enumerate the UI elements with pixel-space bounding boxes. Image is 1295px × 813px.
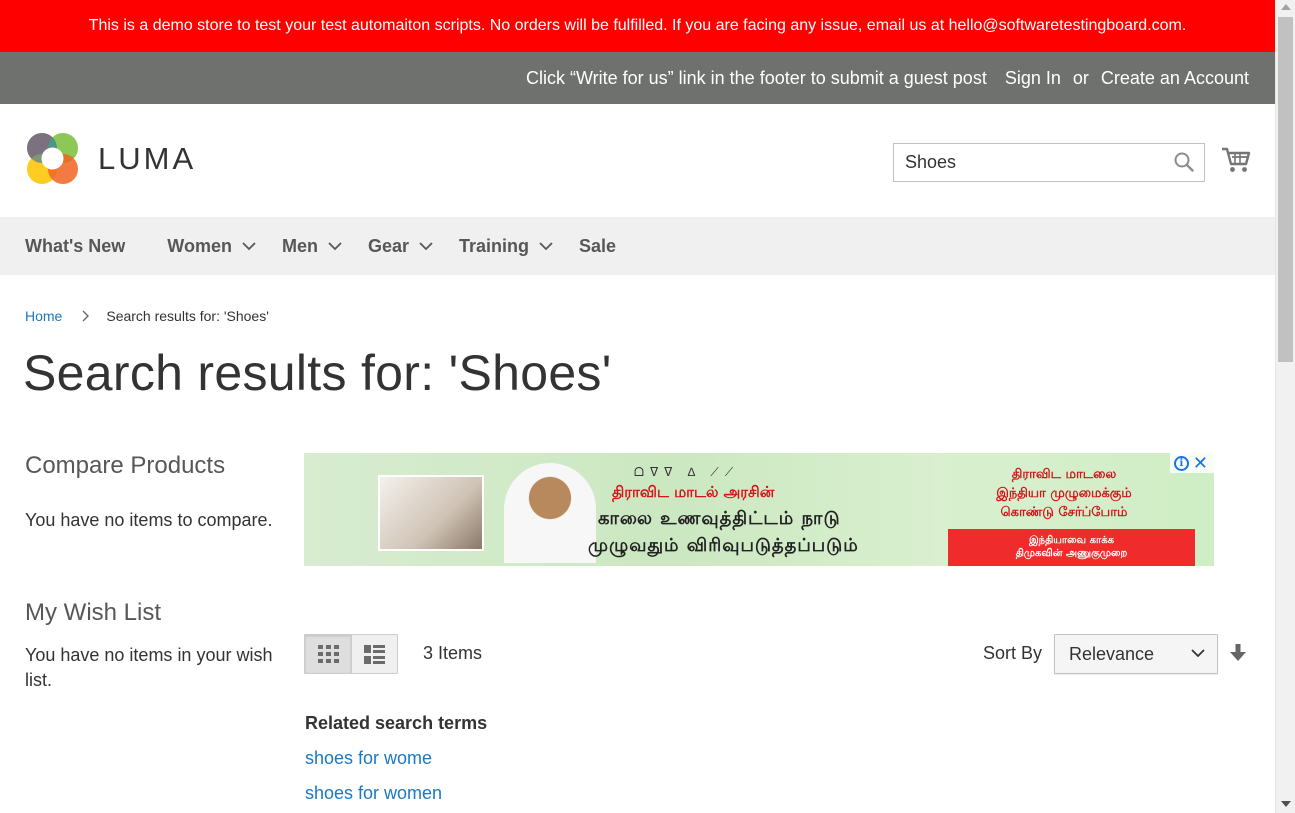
- wishlist-empty: You have no items in your wish list.: [25, 645, 273, 690]
- chevron-right-icon: [82, 310, 90, 322]
- ad-red-line: திமுகவின் அணுகுமுறை: [1015, 548, 1128, 559]
- cart-icon[interactable]: [1221, 146, 1251, 179]
- scroll-down-arrow-icon[interactable]: [1281, 801, 1291, 807]
- grid-view-button[interactable]: [305, 635, 351, 673]
- search-input[interactable]: [894, 144, 1154, 181]
- sort-by-select[interactable]: Relevance: [1054, 634, 1218, 674]
- ad-line-3: முழுவதும் விரிவுபடுத்தப்படும்: [588, 535, 859, 556]
- ad-controls: i ✕: [1169, 453, 1214, 473]
- demo-notice-banner: This is a demo store to test your test a…: [0, 0, 1275, 52]
- chevron-down-icon: [328, 241, 342, 250]
- scrollbar-thumb[interactable]: [1278, 17, 1293, 362]
- create-account-link[interactable]: Create an Account: [1101, 68, 1249, 89]
- related-search-terms-list: shoes for wome shoes for women: [305, 748, 487, 804]
- logo-text: LUMA: [98, 140, 197, 176]
- nav-item-label: Sale: [579, 235, 617, 256]
- page-title: Search results for: 'Shoes': [23, 345, 612, 401]
- related-term-link[interactable]: shoes for wome: [305, 748, 487, 769]
- sign-in-link[interactable]: Sign In: [1005, 68, 1061, 89]
- ad-right-line: இந்தியா முழுமைக்கும்: [996, 486, 1132, 501]
- header-panel: Click “Write for us” link in the footer …: [0, 52, 1275, 104]
- ad-line-1: திராவிட மாடல் அரசின்: [612, 483, 775, 501]
- breadcrumb: Home Search results for: 'Shoes': [25, 308, 269, 324]
- nav-item-label: What's New: [25, 235, 126, 256]
- chevron-down-icon: [539, 241, 553, 250]
- advertisement-banner[interactable]: ᗝᐁᐁ ∆ ⟋⟋ திராவிட மாடல் அரசின் காலை உணவுத…: [304, 453, 1214, 566]
- compare-products-block: Compare Products You have no items to co…: [25, 452, 285, 533]
- chevron-down-icon: [242, 241, 256, 250]
- related-term-link[interactable]: shoes for women: [305, 783, 487, 804]
- ad-top-logos: ᗝᐁᐁ ∆ ⟋⟋: [634, 465, 740, 479]
- chevron-down-icon: [1191, 649, 1205, 658]
- related-search-terms: Related search terms shoes for wome shoe…: [305, 713, 487, 804]
- or-text: or: [1072, 67, 1089, 88]
- wishlist-block: My Wish List You have no items in your w…: [25, 599, 285, 693]
- ad-portrait-photo: [504, 463, 596, 563]
- ad-close-icon[interactable]: ✕: [1191, 454, 1210, 472]
- nav-item-women[interactable]: Women: [167, 236, 256, 257]
- nav-item-label: Women: [167, 235, 232, 256]
- ad-info-icon[interactable]: i: [1173, 455, 1189, 471]
- demo-notice-text: This is a demo store to test your test a…: [88, 17, 1187, 34]
- chevron-down-icon: [419, 241, 433, 250]
- vertical-scrollbar[interactable]: [1275, 0, 1295, 813]
- breadcrumb-home-link[interactable]: Home: [25, 308, 62, 324]
- ad-right-line: கொண்டு சேர்ப்போம்: [1000, 505, 1128, 520]
- grid-view-icon: [317, 644, 339, 663]
- list-view-button[interactable]: [351, 635, 397, 673]
- ad-red-box: இந்தியாவை காக்க திமுகவின் அணுகுமுறை: [948, 529, 1195, 566]
- related-search-terms-title: Related search terms: [305, 713, 488, 733]
- scroll-up-arrow-icon[interactable]: [1281, 4, 1291, 10]
- view-mode-switcher: [304, 634, 398, 674]
- compare-products-title: Compare Products: [25, 452, 226, 479]
- nav-item-label: Training: [459, 235, 530, 256]
- toolbar-amount: 3 Items: [423, 643, 483, 663]
- arrow-down-icon: [1230, 644, 1246, 661]
- luma-logo-icon: [27, 133, 78, 184]
- list-view-icon: [364, 644, 385, 664]
- header-content: LUMA: [0, 104, 1275, 217]
- main-navigation: What's New Women Men Gear Training Sale: [0, 217, 1275, 275]
- nav-item-label: Men: [281, 235, 318, 256]
- page: This is a demo store to test your test a…: [0, 0, 1275, 813]
- compare-products-empty: You have no items to compare.: [25, 510, 273, 530]
- ad-family-photo: [378, 475, 484, 551]
- ad-red-line: இந்தியாவை காக்க: [1028, 535, 1115, 546]
- search-icon[interactable]: [1174, 152, 1194, 177]
- nav-item-gear[interactable]: Gear: [368, 236, 433, 257]
- sort-by-value: Relevance: [1069, 643, 1155, 664]
- wishlist-title: My Wish List: [25, 599, 162, 626]
- sort-by-label: Sort By: [983, 643, 1043, 663]
- ad-right-line: திராவிட மாடலை: [1011, 467, 1117, 482]
- ad-line-2: காலை உணவுத்திட்டம் நாடு: [598, 508, 841, 529]
- search-box: [893, 143, 1205, 182]
- breadcrumb-current: Search results for: 'Shoes': [106, 308, 269, 324]
- guest-post-notice: Click “Write for us” link in the footer …: [525, 67, 987, 88]
- sidebar: Compare Products You have no items to co…: [25, 452, 285, 693]
- logo-link[interactable]: LUMA: [25, 131, 196, 186]
- nav-item-training[interactable]: Training: [459, 236, 553, 257]
- ad-right-text: திராவிட மாடலை இந்தியா முழுமைக்கும் கொண்ட…: [954, 465, 1174, 522]
- nav-item-whats-new[interactable]: What's New: [25, 236, 125, 257]
- nav-item-men[interactable]: Men: [282, 236, 342, 257]
- sort-direction-button[interactable]: [1230, 644, 1246, 667]
- nav-item-sale[interactable]: Sale: [579, 236, 616, 257]
- nav-item-label: Gear: [367, 235, 409, 256]
